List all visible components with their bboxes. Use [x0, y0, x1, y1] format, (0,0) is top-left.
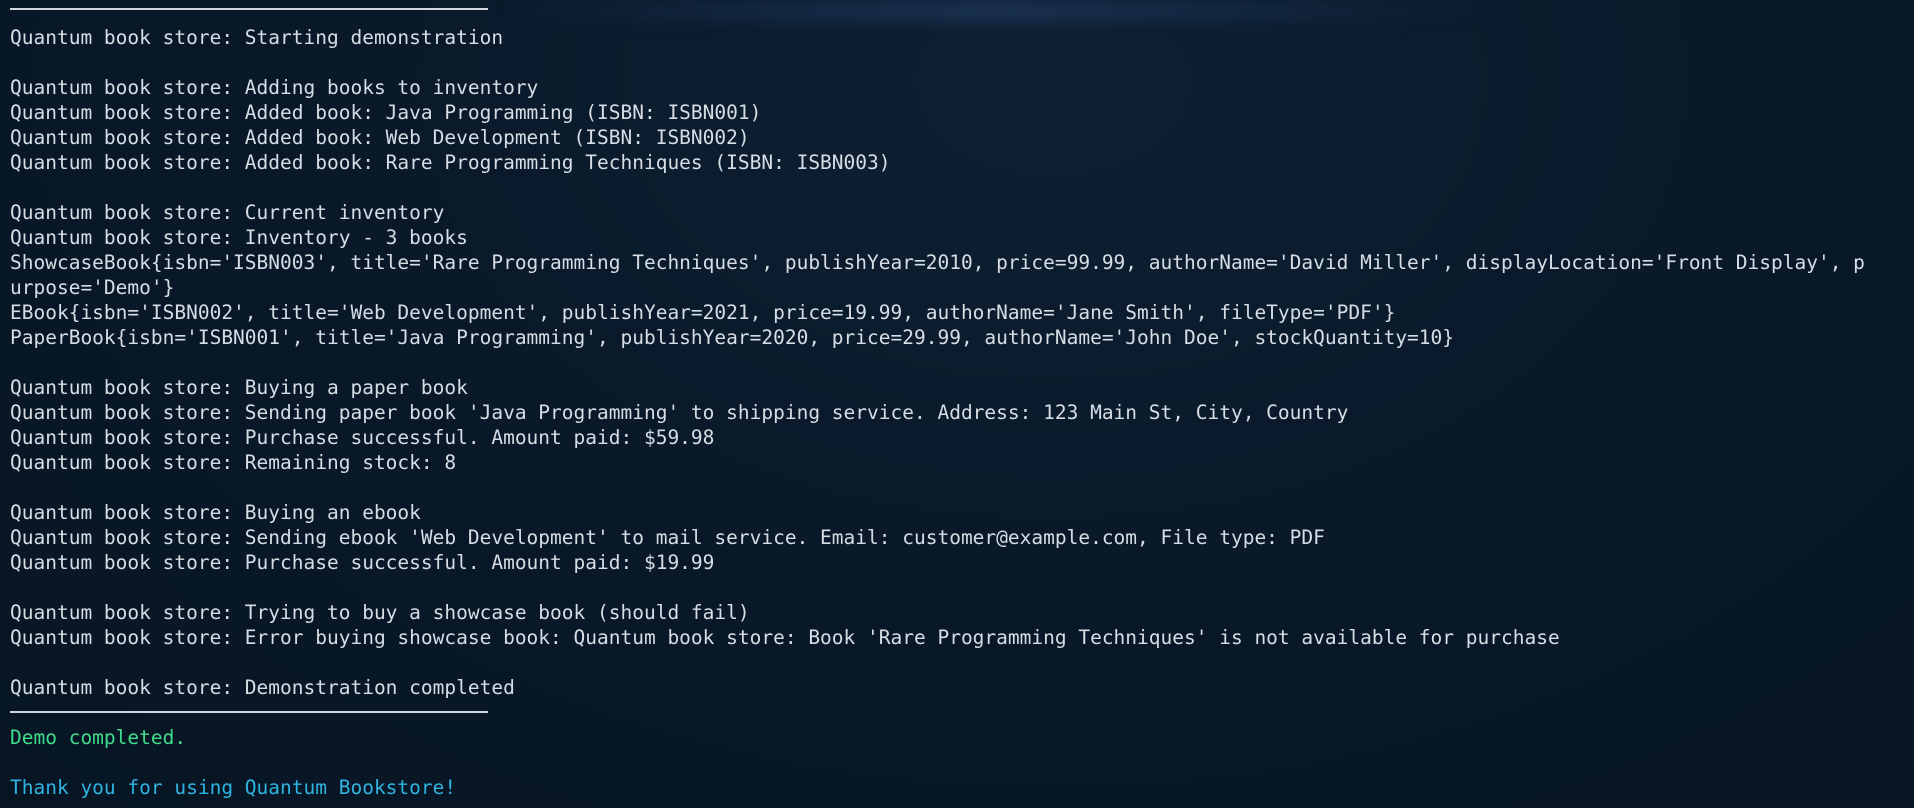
output-line: Quantum book store: Demonstration comple…	[10, 676, 515, 699]
output-line: EBook{isbn='ISBN002', title='Web Develop…	[10, 301, 1396, 324]
output-line: Quantum book store: Trying to buy a show…	[10, 601, 750, 624]
output-line: PaperBook{isbn='ISBN001', title='Java Pr…	[10, 326, 1455, 349]
output-line: Quantum book store: Current inventory	[10, 201, 445, 224]
output-line: Quantum book store: Buying a paper book	[10, 376, 468, 399]
output-line: Quantum book store: Remaining stock: 8	[10, 451, 457, 474]
output-line: Quantum book store: Starting demonstrati…	[10, 26, 504, 49]
output-line: Quantum book store: Added book: Java Pro…	[10, 101, 762, 124]
output-line: Quantum book store: Inventory - 3 books	[10, 226, 468, 249]
terminal-output: Quantum book store: Starting demonstrati…	[10, 25, 1914, 700]
output-line: Quantum book store: Buying an ebook	[10, 501, 421, 524]
bottom-separator	[10, 700, 1914, 725]
output-line: Quantum book store: Error buying showcas…	[10, 626, 1560, 649]
demo-completed-message: Demo completed.	[10, 726, 187, 749]
output-line: Quantum book store: Purchase successful.…	[10, 426, 715, 449]
terminal-window[interactable]: Quantum book store: Starting demonstrati…	[0, 0, 1914, 808]
output-line: Quantum book store: Purchase successful.…	[10, 551, 715, 574]
output-line: urpose='Demo'}	[10, 276, 175, 299]
output-line: Quantum book store: Added book: Rare Pro…	[10, 151, 891, 174]
output-line: Quantum book store: Added book: Web Deve…	[10, 126, 750, 149]
output-line: Quantum book store: Adding books to inve…	[10, 76, 539, 99]
top-separator	[10, 0, 1914, 25]
thank-you-message: Thank you for using Quantum Bookstore!	[10, 776, 457, 799]
output-line: Quantum book store: Sending paper book '…	[10, 401, 1349, 424]
output-line: Quantum book store: Sending ebook 'Web D…	[10, 526, 1325, 549]
output-line: ShowcaseBook{isbn='ISBN003', title='Rare…	[10, 251, 1865, 274]
